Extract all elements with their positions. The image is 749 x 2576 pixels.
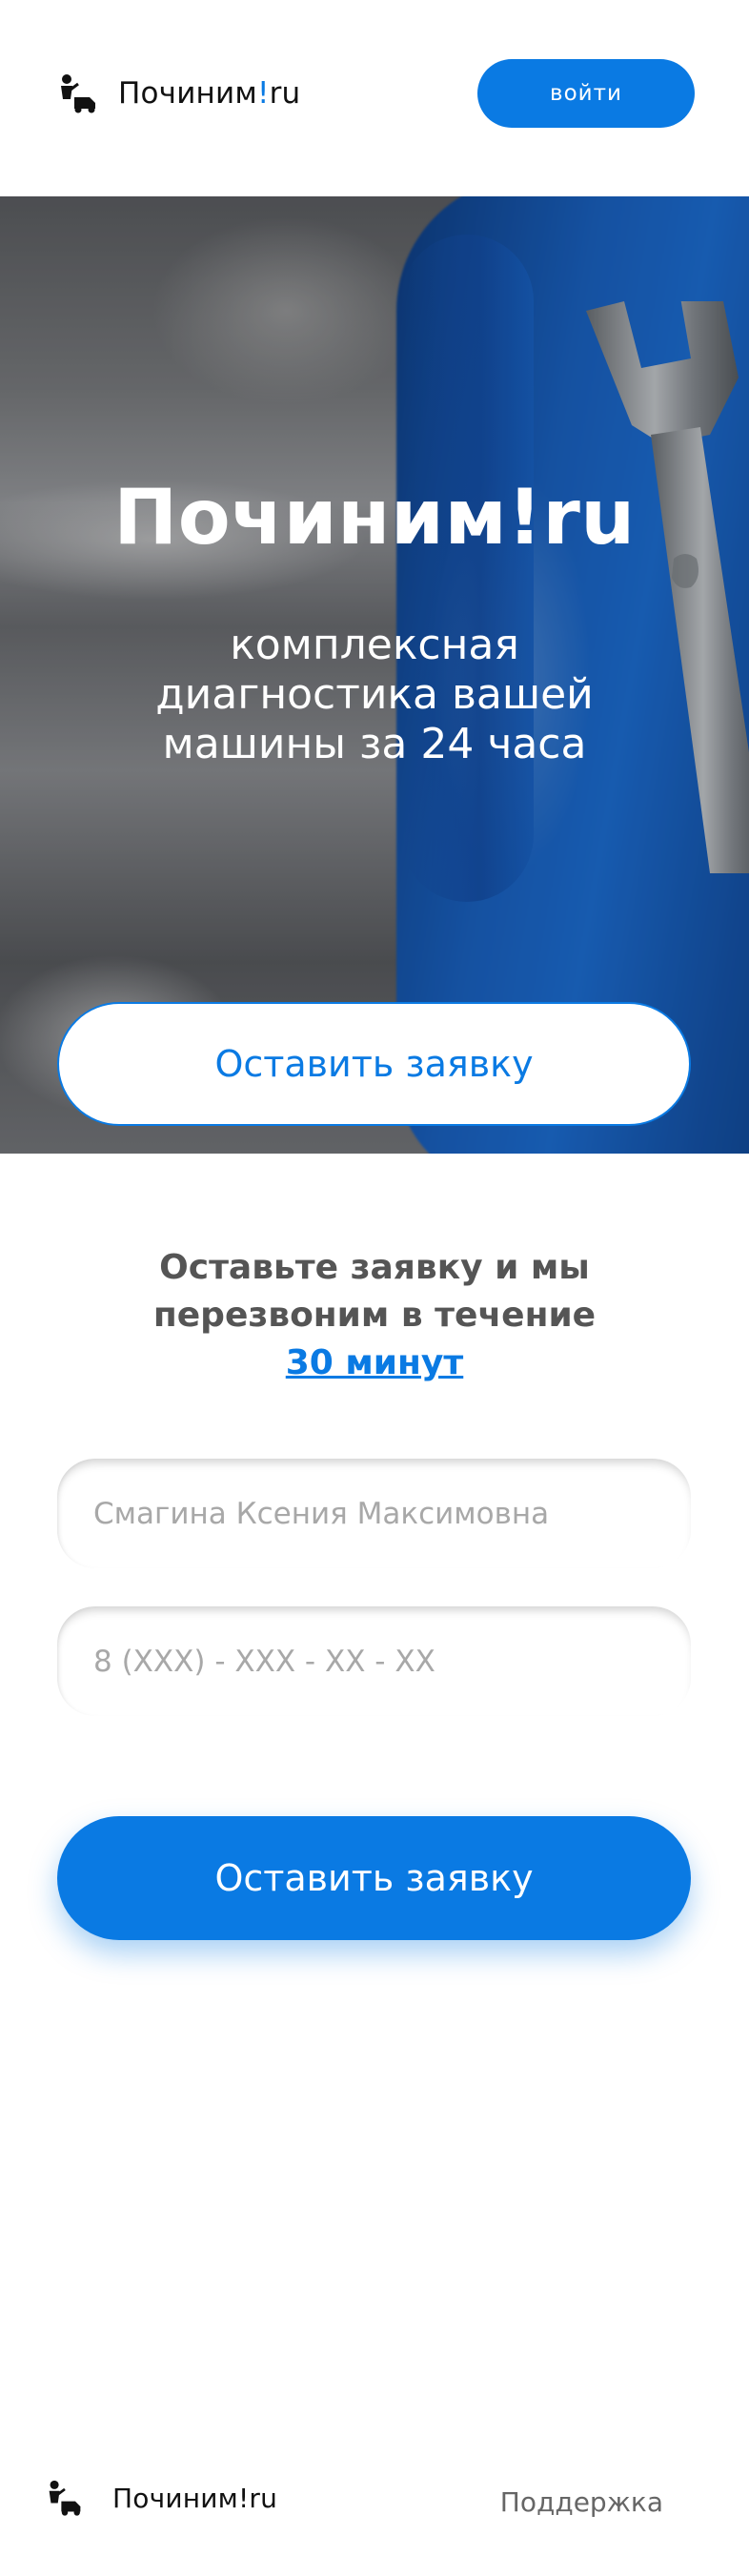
site-header: Починим!ru войти — [0, 0, 749, 196]
form-title: Оставьте заявку и мы перезвоним в течени… — [76, 1244, 673, 1387]
submit-request-button[interactable]: Оставить заявку — [57, 1816, 691, 1940]
form-title-text: Оставьте заявку и мы перезвоним в течени… — [152, 1248, 597, 1335]
hero-banner: Починим!ru комплексная диагностика вашей… — [0, 196, 749, 1154]
mechanic-car-icon — [61, 74, 95, 113]
mechanic-car-icon — [49, 2480, 81, 2516]
header-logo[interactable]: Починим!ru — [57, 72, 300, 114]
form-title-accent: 30 минут — [285, 1343, 464, 1382]
site-footer: Починим!ru Поддержка — [0, 2441, 749, 2555]
support-link[interactable]: Поддержка — [500, 2486, 663, 2518]
footer-logo-text: Починим!ru — [112, 2482, 278, 2514]
phone-input[interactable] — [93, 1644, 691, 1679]
login-button[interactable]: войти — [477, 59, 695, 128]
phone-field[interactable] — [57, 1606, 691, 1716]
logo-text: Починим!ru — [118, 76, 301, 111]
hero-title: Починим!ru — [113, 473, 636, 562]
hero-request-button[interactable]: Оставить заявку — [57, 1002, 691, 1126]
name-field[interactable] — [57, 1459, 691, 1568]
footer-logo[interactable]: Починим!ru — [46, 2479, 277, 2517]
name-input[interactable] — [93, 1496, 691, 1531]
hero-subtitle: комплексная диагностика вашей машины за … — [155, 621, 594, 768]
